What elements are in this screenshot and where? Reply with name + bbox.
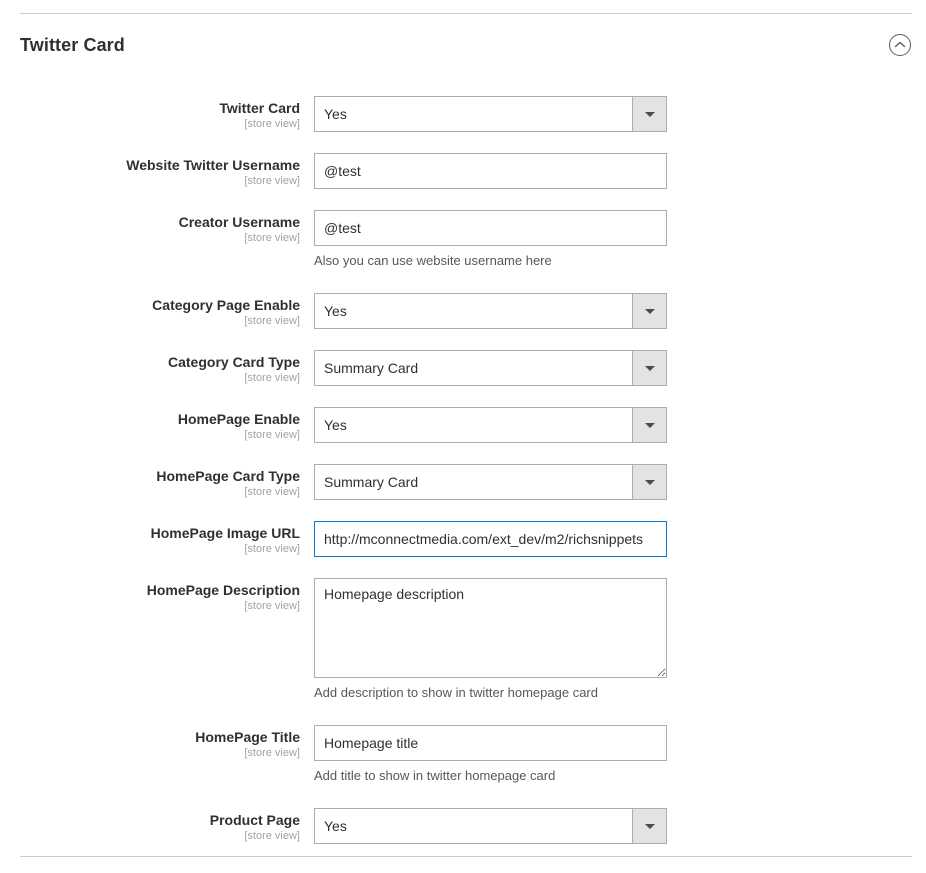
chevron-down-icon[interactable] [632, 809, 666, 843]
creator-username-note: Also you can use website username here [314, 252, 552, 269]
field-scope: [store view] [0, 117, 300, 131]
chevron-down-icon[interactable] [632, 294, 666, 328]
homepage-description-textarea[interactable]: Homepage description [314, 578, 667, 678]
product-page-select[interactable]: Yes [314, 808, 667, 844]
field-creator-username: Creator Username [store view] Also you c… [0, 210, 926, 272]
field-scope: [store view] [0, 371, 300, 385]
homepage-image-url-input[interactable] [314, 521, 667, 557]
field-homepage-card-type: HomePage Card Type [store view] Summary … [0, 464, 926, 500]
field-scope: [store view] [0, 829, 300, 843]
field-control [314, 521, 667, 557]
field-control: Yes [314, 293, 667, 329]
chevron-down-icon[interactable] [632, 97, 666, 131]
field-label: HomePage Title [0, 729, 300, 746]
field-control: Summary Card [314, 350, 667, 386]
chevron-down-icon[interactable] [632, 408, 666, 442]
category-page-enable-select[interactable]: Yes [314, 293, 667, 329]
field-control: Summary Card [314, 464, 667, 500]
select-value: Yes [324, 809, 626, 843]
section-header: Twitter Card [20, 30, 912, 64]
field-control [314, 153, 667, 189]
field-scope: [store view] [0, 231, 300, 245]
field-category-card-type: Category Card Type [store view] Summary … [0, 350, 926, 386]
field-label: HomePage Description [0, 582, 300, 599]
field-label: Twitter Card [0, 100, 300, 117]
chevron-up-circle-icon[interactable] [888, 33, 912, 57]
field-label: HomePage Enable [0, 411, 300, 428]
field-homepage-enable: HomePage Enable [store view] Yes [0, 407, 926, 443]
homepage-enable-select[interactable]: Yes [314, 407, 667, 443]
field-homepage-title: HomePage Title [store view] Add title to… [0, 725, 926, 787]
homepage-description-note: Add description to show in twitter homep… [314, 684, 598, 701]
homepage-card-type-select[interactable]: Summary Card [314, 464, 667, 500]
field-category-page-enable: Category Page Enable [store view] Yes [0, 293, 926, 329]
category-card-type-select[interactable]: Summary Card [314, 350, 667, 386]
select-value: Summary Card [324, 351, 626, 385]
field-scope: [store view] [0, 599, 300, 613]
select-value: Summary Card [324, 465, 626, 499]
field-label: Creator Username [0, 214, 300, 231]
twitter-card-section: Twitter Card Twitter Card [store view] Y… [0, 0, 926, 873]
chevron-down-icon[interactable] [632, 351, 666, 385]
field-control: Yes [314, 808, 667, 844]
homepage-title-note: Add title to show in twitter homepage ca… [314, 767, 555, 784]
field-scope: [store view] [0, 485, 300, 499]
select-value: Yes [324, 294, 626, 328]
page-title: Twitter Card [20, 30, 125, 60]
field-label: Category Card Type [0, 354, 300, 371]
field-control: Homepage description [314, 578, 667, 678]
chevron-down-icon[interactable] [632, 465, 666, 499]
select-value: Yes [324, 408, 626, 442]
field-label: Category Page Enable [0, 297, 300, 314]
field-control [314, 210, 667, 246]
field-scope: [store view] [0, 314, 300, 328]
website-twitter-username-input[interactable] [314, 153, 667, 189]
field-scope: [store view] [0, 428, 300, 442]
field-website-twitter-username: Website Twitter Username [store view] [0, 153, 926, 189]
field-twitter-card: Twitter Card [store view] Yes [0, 96, 926, 132]
field-label: HomePage Card Type [0, 468, 300, 485]
twitter-card-select[interactable]: Yes [314, 96, 667, 132]
creator-username-input[interactable] [314, 210, 667, 246]
field-label: Website Twitter Username [0, 157, 300, 174]
field-scope: [store view] [0, 542, 300, 556]
homepage-title-input[interactable] [314, 725, 667, 761]
section-top-divider [20, 13, 912, 14]
select-value: Yes [324, 97, 626, 131]
field-scope: [store view] [0, 174, 300, 188]
field-homepage-description: HomePage Description [store view] Homepa… [0, 578, 926, 704]
field-control: Yes [314, 407, 667, 443]
field-homepage-image-url: HomePage Image URL [store view] [0, 521, 926, 557]
field-label: Product Page [0, 812, 300, 829]
field-scope: [store view] [0, 746, 300, 760]
field-label: HomePage Image URL [0, 525, 300, 542]
field-product-page: Product Page [store view] Yes [0, 808, 926, 844]
field-control [314, 725, 667, 761]
twitter-card-form: Twitter Card [store view] Yes Website Tw… [0, 96, 926, 844]
section-bottom-divider [20, 856, 912, 857]
field-control: Yes [314, 96, 667, 132]
